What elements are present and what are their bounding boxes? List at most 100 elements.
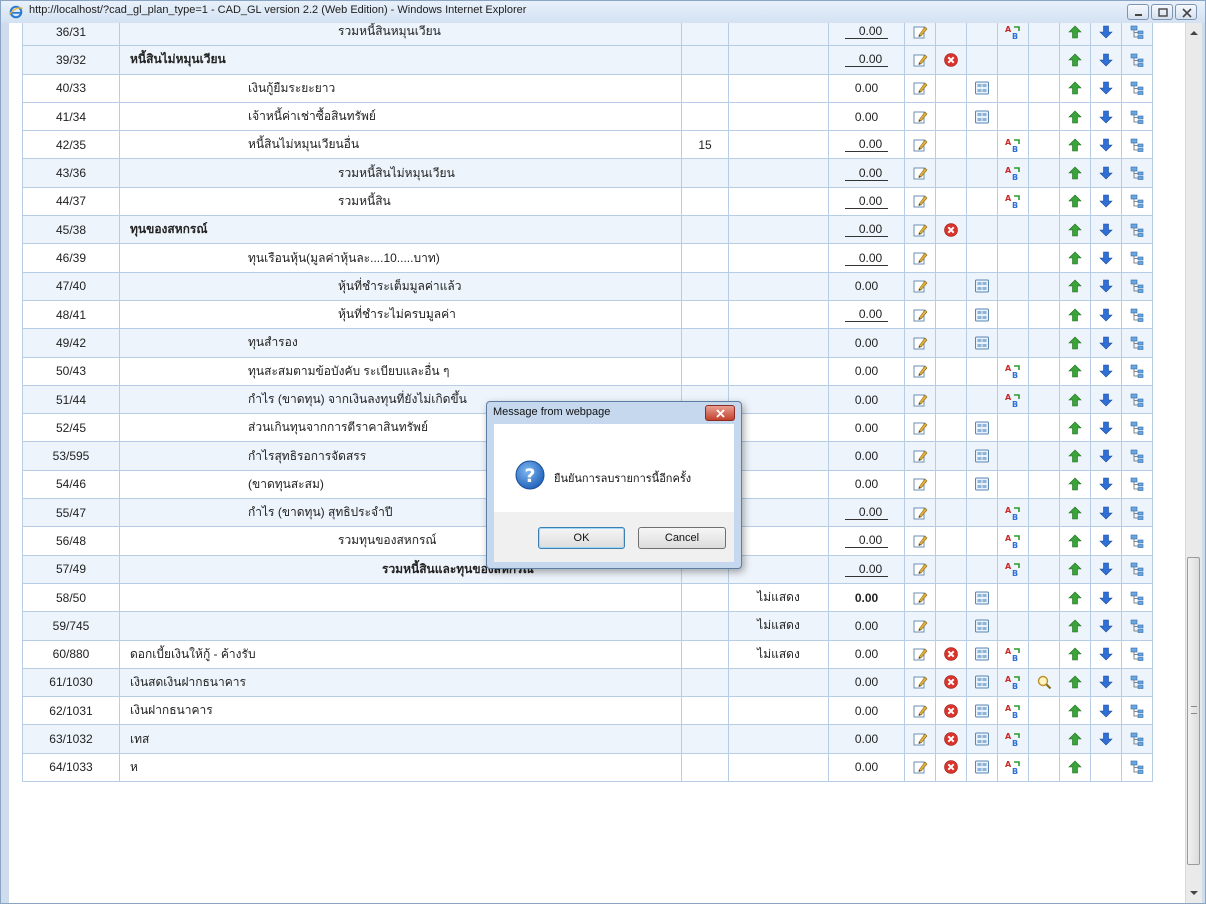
- tree-icon[interactable]: [1129, 24, 1145, 39]
- delete-cell[interactable]: [935, 639, 967, 669]
- tree-cell[interactable]: [1121, 73, 1153, 103]
- tree-icon[interactable]: [1129, 618, 1145, 633]
- edit-cell[interactable]: [904, 469, 936, 500]
- tree-cell[interactable]: [1121, 271, 1153, 301]
- move-down-cell[interactable]: [1090, 23, 1122, 47]
- tree-icon[interactable]: [1129, 109, 1145, 124]
- ok-button[interactable]: OK: [538, 527, 625, 549]
- formula-icon[interactable]: AB: [1005, 675, 1021, 690]
- edit-cell[interactable]: [904, 526, 936, 556]
- edit-cell[interactable]: [904, 441, 936, 471]
- formula-icon[interactable]: AB: [1005, 194, 1021, 209]
- edit-cell[interactable]: [904, 299, 936, 330]
- move-down-cell[interactable]: [1090, 498, 1122, 528]
- edit-cell[interactable]: [904, 667, 936, 698]
- move-down-icon[interactable]: [1098, 392, 1114, 406]
- move-down-cell[interactable]: [1090, 186, 1122, 217]
- tree-icon[interactable]: [1129, 561, 1145, 577]
- move-up-cell[interactable]: [1059, 271, 1091, 301]
- sub-account-cell[interactable]: [966, 639, 998, 669]
- formula-cell[interactable]: AB: [997, 724, 1029, 754]
- tree-cell[interactable]: [1121, 186, 1153, 217]
- tree-icon[interactable]: [1129, 590, 1145, 605]
- edit-icon[interactable]: [912, 561, 928, 576]
- maximize-button[interactable]: [1151, 4, 1173, 20]
- tree-icon[interactable]: [1129, 80, 1145, 96]
- move-down-cell[interactable]: [1090, 724, 1122, 754]
- edit-icon[interactable]: [912, 278, 928, 293]
- formula-cell[interactable]: AB: [997, 639, 1029, 669]
- scroll-down-icon[interactable]: [1186, 885, 1202, 901]
- move-down-cell[interactable]: [1090, 696, 1122, 726]
- edit-icon[interactable]: [912, 675, 928, 689]
- delete-icon[interactable]: [943, 646, 959, 661]
- formula-cell[interactable]: AB: [997, 498, 1029, 528]
- tree-icon[interactable]: [1129, 420, 1145, 435]
- move-up-icon[interactable]: [1067, 646, 1083, 661]
- move-down-cell[interactable]: [1090, 356, 1122, 386]
- move-up-cell[interactable]: [1059, 356, 1091, 386]
- move-up-cell[interactable]: [1059, 611, 1091, 641]
- minimize-button[interactable]: [1127, 4, 1149, 20]
- move-up-cell[interactable]: [1059, 130, 1091, 160]
- move-up-cell[interactable]: [1059, 299, 1091, 330]
- search-icon[interactable]: [1036, 675, 1052, 690]
- edit-icon[interactable]: [912, 448, 928, 463]
- move-down-cell[interactable]: [1090, 582, 1122, 613]
- move-up-cell[interactable]: [1059, 328, 1091, 358]
- move-up-icon[interactable]: [1067, 477, 1083, 491]
- tree-icon[interactable]: [1129, 335, 1145, 350]
- move-up-cell[interactable]: [1059, 752, 1091, 783]
- tree-icon[interactable]: [1129, 165, 1145, 180]
- tree-cell[interactable]: [1121, 639, 1153, 669]
- tree-icon[interactable]: [1129, 363, 1145, 379]
- move-down-icon[interactable]: [1098, 675, 1114, 689]
- edit-cell[interactable]: [904, 186, 936, 217]
- delete-icon[interactable]: [943, 222, 959, 237]
- move-up-cell[interactable]: [1059, 526, 1091, 556]
- move-down-cell[interactable]: [1090, 554, 1122, 584]
- move-up-cell[interactable]: [1059, 73, 1091, 103]
- sub-account-cell[interactable]: [966, 724, 998, 754]
- tree-icon[interactable]: [1129, 533, 1145, 548]
- move-up-cell[interactable]: [1059, 45, 1091, 75]
- tree-cell[interactable]: [1121, 328, 1153, 358]
- formula-icon[interactable]: AB: [1005, 24, 1021, 40]
- tree-cell[interactable]: [1121, 384, 1153, 415]
- cancel-button[interactable]: Cancel: [638, 527, 726, 549]
- move-up-icon[interactable]: [1067, 533, 1083, 548]
- move-up-icon[interactable]: [1067, 194, 1083, 208]
- move-up-icon[interactable]: [1067, 760, 1083, 774]
- move-up-icon[interactable]: [1067, 109, 1083, 123]
- move-down-icon[interactable]: [1098, 137, 1114, 152]
- move-down-icon[interactable]: [1098, 477, 1114, 491]
- tree-cell[interactable]: [1121, 299, 1153, 330]
- edit-cell[interactable]: [904, 23, 936, 47]
- sub-account-icon[interactable]: [974, 278, 990, 293]
- move-down-icon[interactable]: [1098, 618, 1114, 633]
- edit-icon[interactable]: [912, 477, 928, 491]
- sub-account-icon[interactable]: [974, 618, 990, 633]
- edit-cell[interactable]: [904, 215, 936, 245]
- tree-cell[interactable]: [1121, 23, 1153, 47]
- move-up-cell[interactable]: [1059, 23, 1091, 47]
- move-up-cell[interactable]: [1059, 215, 1091, 245]
- sub-account-cell[interactable]: [966, 667, 998, 698]
- edit-icon[interactable]: [912, 137, 928, 152]
- move-down-cell[interactable]: [1090, 639, 1122, 669]
- move-up-icon[interactable]: [1067, 137, 1083, 152]
- formula-cell[interactable]: AB: [997, 23, 1029, 47]
- edit-cell[interactable]: [904, 752, 936, 783]
- formula-cell[interactable]: AB: [997, 752, 1029, 783]
- tree-icon[interactable]: [1129, 731, 1145, 746]
- tree-icon[interactable]: [1129, 194, 1145, 209]
- edit-icon[interactable]: [912, 109, 928, 124]
- move-up-cell[interactable]: [1059, 498, 1091, 528]
- move-down-icon[interactable]: [1098, 80, 1114, 95]
- formula-icon[interactable]: AB: [1005, 137, 1021, 153]
- edit-cell[interactable]: [904, 611, 936, 641]
- edit-icon[interactable]: [912, 307, 928, 322]
- tree-cell[interactable]: [1121, 215, 1153, 245]
- formula-icon[interactable]: AB: [1005, 533, 1021, 549]
- move-up-cell[interactable]: [1059, 101, 1091, 132]
